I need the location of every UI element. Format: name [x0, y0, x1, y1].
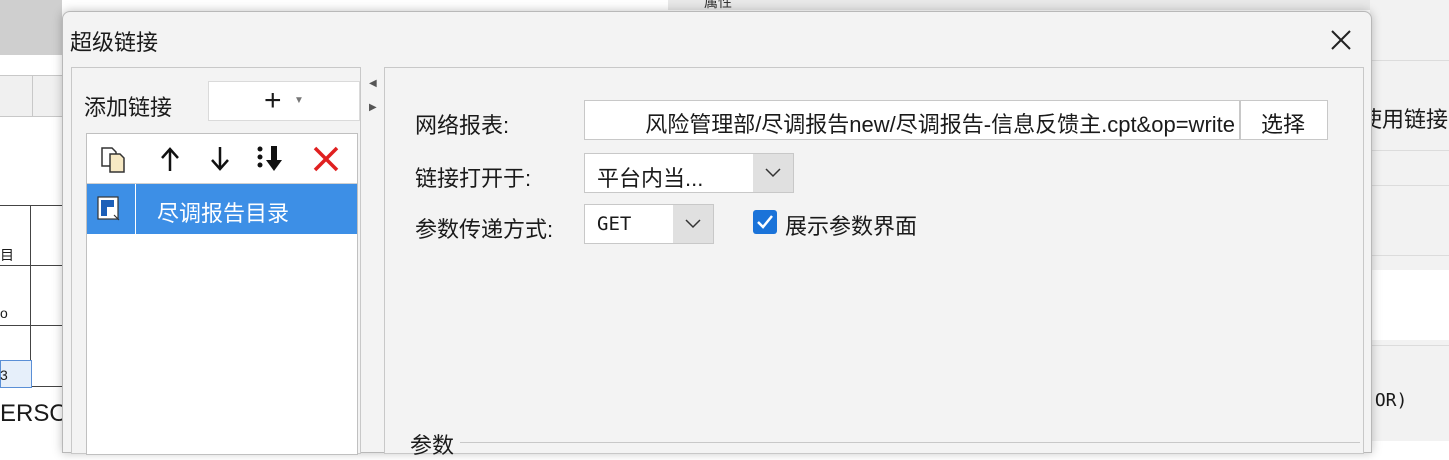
move-down-button[interactable] — [205, 144, 235, 174]
web-report-input[interactable]: 风险管理部/尽调报告new/尽调报告-信息反馈主.cpt&op=write — [584, 100, 1240, 140]
copy-icon — [101, 147, 125, 173]
open-in-select[interactable]: 平台内当... — [584, 153, 794, 193]
grid-line — [0, 205, 62, 206]
background-properties-header: 属性 — [668, 0, 1449, 10]
move-to-bottom-icon — [257, 146, 282, 171]
list-item-label: 尽调报告目录 — [157, 201, 290, 226]
report-icon — [97, 196, 120, 221]
list-item[interactable]: 尽调报告目录 — [87, 184, 357, 234]
grid-line — [0, 325, 62, 326]
delete-button[interactable] — [311, 144, 341, 174]
move-to-bottom-button[interactable] — [255, 144, 285, 174]
background-text: ERSO — [0, 400, 69, 427]
chevron-down-icon[interactable] — [673, 205, 713, 243]
arrow-down-icon — [211, 147, 229, 171]
grid-line — [0, 265, 62, 266]
collapse-left-icon[interactable]: ◀ — [369, 72, 377, 96]
move-up-button[interactable] — [155, 144, 185, 174]
link-list-toolbar — [87, 134, 357, 184]
close-icon — [1331, 30, 1351, 50]
link-settings-panel: 网络报表: 风险管理部/尽调报告new/尽调报告-信息反馈主.cpt&op=wr… — [384, 67, 1364, 458]
add-link-label: 添加链接 — [84, 95, 173, 120]
link-list-panel: 添加链接 + ▼ 尽调报告目录 — [71, 67, 361, 455]
background-cell[interactable]: 3 — [0, 367, 8, 383]
open-in-value: 平台内当... — [597, 166, 704, 191]
background-cell[interactable]: 目 — [0, 245, 14, 265]
show-params-label[interactable]: 展示参数界面 — [785, 209, 917, 241]
background-cell[interactable]: o — [0, 305, 8, 321]
param-method-select[interactable]: GET — [584, 204, 714, 244]
show-params-checkbox[interactable] — [753, 210, 777, 234]
plus-icon: + — [264, 84, 282, 117]
choose-button-label: 选择 — [1261, 112, 1306, 137]
web-report-value: 风险管理部/尽调报告new/尽调报告-信息反馈主.cpt&op=write — [645, 112, 1235, 137]
background-spreadsheet: 目 o 3 ERSO — [0, 0, 68, 441]
open-in-label: 链接打开于: — [415, 166, 532, 191]
delete-icon — [313, 146, 339, 172]
arrow-up-icon — [161, 147, 179, 171]
use-link-label[interactable]: 使用链接 — [1360, 102, 1448, 134]
params-section-title: 参数 — [410, 433, 455, 458]
param-method-label: 参数传递方式: — [415, 217, 554, 242]
copy-button[interactable] — [99, 144, 129, 174]
hyperlink-dialog: 超级链接 添加链接 + ▼ 尽调报告目录 ◀ ▶ 网络报表: 风险管理部/尽调报… — [62, 11, 1372, 458]
params-section-divider — [460, 442, 1360, 443]
background-toolbar — [0, 0, 62, 55]
web-report-label: 网络报表: — [415, 113, 510, 138]
checkmark-icon — [757, 215, 773, 229]
dialog-title: 超级链接 — [70, 30, 159, 55]
param-method-value: GET — [597, 213, 632, 235]
background-properties-panel: 使用链接 (OR) — [1360, 0, 1449, 441]
panel-splitter[interactable]: ◀ ▶ — [369, 72, 377, 120]
background-column-header — [0, 75, 62, 117]
link-list: 尽调报告目录 — [86, 133, 358, 455]
grid-line — [30, 205, 31, 385]
expand-right-icon[interactable]: ▶ — [369, 96, 377, 120]
add-link-button[interactable]: + ▼ — [208, 81, 360, 121]
choose-button[interactable]: 选择 — [1240, 100, 1328, 140]
dropdown-caret-icon: ▼ — [294, 95, 304, 106]
chevron-down-icon[interactable] — [753, 154, 793, 192]
close-button[interactable] — [1321, 20, 1361, 60]
